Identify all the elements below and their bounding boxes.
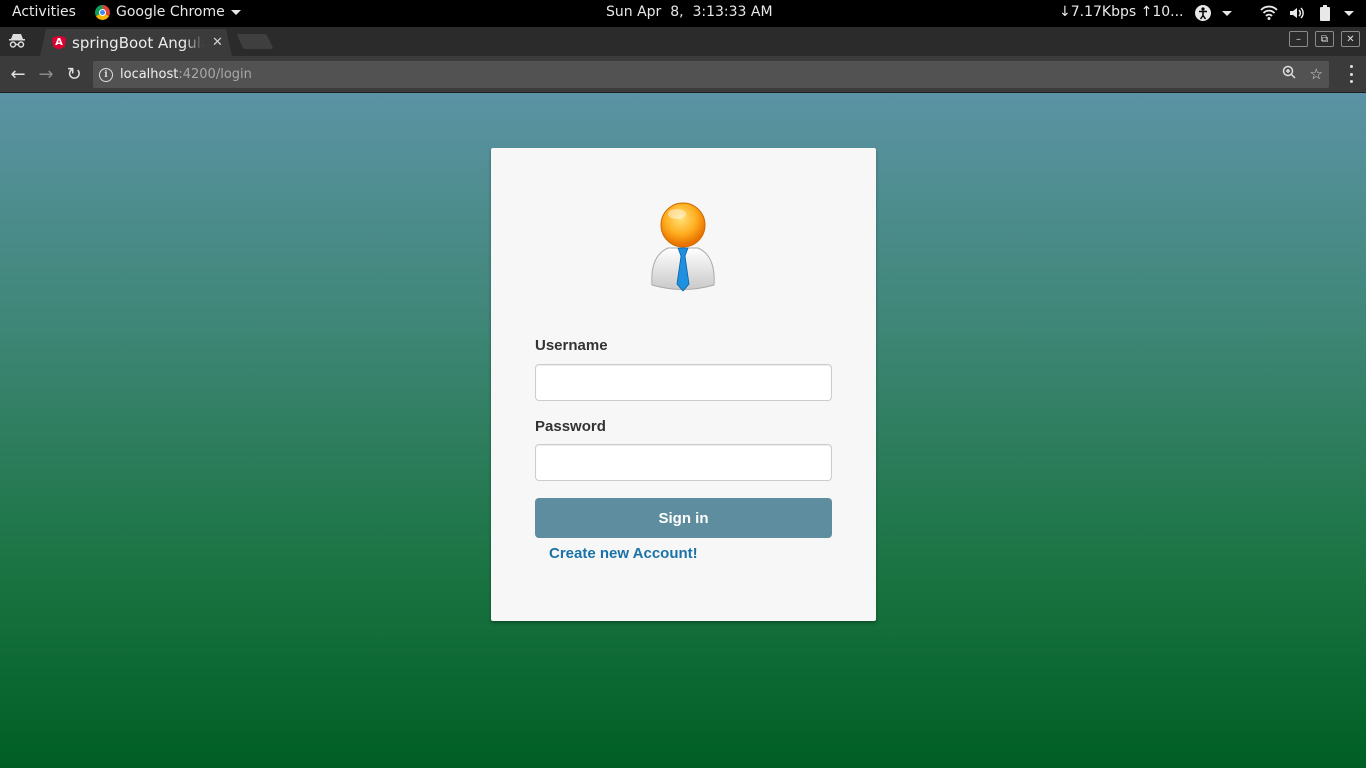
system-top-bar: Activities Google Chrome Sun Apr 8, 3:13… [0, 0, 1366, 27]
sign-in-button[interactable]: Sign in [535, 498, 832, 538]
close-window-button[interactable]: ✕ [1341, 31, 1360, 47]
username-input[interactable] [535, 364, 832, 401]
tab-title: springBoot Angular [72, 33, 204, 52]
tab-active[interactable]: A springBoot Angular ✕ [40, 29, 232, 56]
password-input[interactable] [535, 444, 832, 481]
username-label: Username [535, 337, 608, 354]
app-menu[interactable]: Google Chrome [95, 4, 241, 20]
password-label: Password [535, 418, 606, 435]
chevron-down-icon [230, 9, 241, 15]
clock[interactable]: Sun Apr 8, 3:13:33 AM [606, 4, 773, 20]
back-icon[interactable]: ← [8, 65, 28, 85]
accessibility-icon[interactable] [1194, 4, 1212, 22]
battery-icon[interactable] [1316, 4, 1334, 22]
zoom-icon[interactable] [1282, 65, 1296, 83]
info-icon[interactable]: i [99, 67, 113, 82]
star-icon[interactable]: ☆ [1310, 65, 1323, 83]
url-path: :4200/login [178, 67, 252, 82]
network-speed-indicator[interactable]: ↓7.17Kbps ↑10... [1059, 4, 1184, 20]
incognito-icon [8, 33, 26, 49]
menu-icon[interactable] [1348, 65, 1354, 83]
minimize-button[interactable]: – [1289, 31, 1308, 47]
new-tab-button[interactable] [236, 34, 274, 49]
activities-button[interactable]: Activities [12, 4, 76, 20]
chevron-down-icon[interactable] [1344, 10, 1354, 16]
close-tab-icon[interactable]: ✕ [212, 35, 223, 50]
tab-strip: A springBoot Angular ✕ – ⧉ ✕ [0, 27, 1366, 56]
browser-toolbar: ← → ↻ i localhost :4200/login ☆ [0, 56, 1366, 93]
wifi-icon[interactable] [1260, 4, 1278, 22]
login-card: Username Password Sign in Create new Acc… [491, 148, 876, 621]
maximize-button[interactable]: ⧉ [1315, 31, 1334, 47]
system-tray[interactable] [1194, 4, 1354, 22]
chevron-down-icon[interactable] [1222, 10, 1232, 16]
chrome-icon [95, 4, 110, 20]
url-host: localhost [120, 67, 179, 82]
user-avatar-icon [651, 202, 715, 292]
app-menu-label: Google Chrome [116, 4, 225, 20]
angular-icon: A [52, 36, 66, 50]
create-account-link[interactable]: Create new Account! [549, 545, 698, 562]
volume-icon[interactable] [1288, 4, 1306, 22]
reload-icon[interactable]: ↻ [64, 65, 84, 85]
forward-icon[interactable]: → [36, 65, 56, 85]
page-background: Username Password Sign in Create new Acc… [0, 93, 1366, 768]
address-bar[interactable]: i localhost :4200/login ☆ [93, 61, 1329, 88]
